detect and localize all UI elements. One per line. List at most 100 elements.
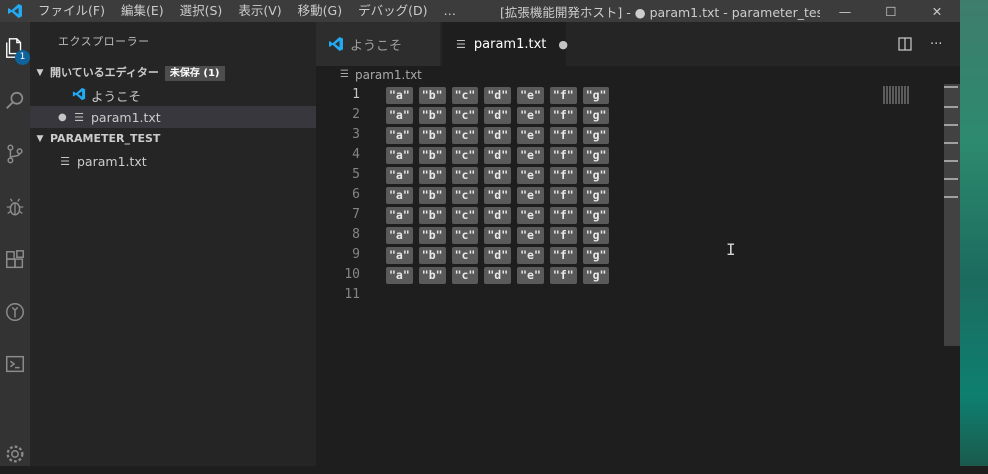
string-token[interactable]: "c" xyxy=(451,266,479,284)
code-line[interactable]: "a" "b" "c" "d" "e" "f" "g" xyxy=(386,85,615,105)
open-editor-welcome[interactable]: ようこそ xyxy=(30,84,316,106)
workspace-header[interactable]: ▼ PARAMETER_TEST xyxy=(30,128,316,150)
code-line[interactable]: "a" "b" "c" "d" "e" "f" "g" xyxy=(386,225,615,245)
debug-icon[interactable] xyxy=(0,187,30,227)
open-editor-param1[interactable]: ● ☰ param1.txt xyxy=(30,106,316,128)
string-token[interactable]: "g" xyxy=(582,86,610,104)
code-line[interactable]: "a" "b" "c" "d" "e" "f" "g" xyxy=(386,105,615,125)
more-actions-button[interactable]: ··· xyxy=(930,22,942,66)
string-token[interactable]: "a" xyxy=(386,186,413,204)
string-token[interactable]: "b" xyxy=(418,226,446,244)
string-token[interactable]: "a" xyxy=(386,146,413,164)
string-token[interactable]: "g" xyxy=(582,106,610,124)
string-token[interactable]: "b" xyxy=(418,266,446,284)
menu-debug[interactable]: デバッグ(D) xyxy=(350,0,435,22)
string-token[interactable]: "e" xyxy=(517,246,544,264)
string-token[interactable]: "a" xyxy=(386,106,413,124)
close-button[interactable]: ✕ xyxy=(914,0,960,22)
menu-view[interactable]: 表示(V) xyxy=(230,0,289,22)
string-token[interactable]: "b" xyxy=(418,186,446,204)
string-token[interactable]: "b" xyxy=(418,206,446,224)
string-token[interactable]: "b" xyxy=(418,106,446,124)
string-token[interactable]: "a" xyxy=(386,266,413,284)
string-token[interactable]: "b" xyxy=(418,126,446,144)
breadcrumb-file[interactable]: param1.txt xyxy=(355,66,422,84)
string-token[interactable]: "g" xyxy=(582,206,610,224)
string-token[interactable]: "e" xyxy=(517,186,544,204)
string-token[interactable]: "a" xyxy=(386,126,413,144)
string-token[interactable]: "g" xyxy=(582,146,610,164)
string-token[interactable]: "e" xyxy=(517,106,544,124)
string-token[interactable]: "e" xyxy=(517,266,544,284)
string-token[interactable]: "d" xyxy=(484,266,512,284)
string-token[interactable]: "f" xyxy=(549,106,577,124)
string-token[interactable]: "a" xyxy=(386,206,413,224)
text-editor[interactable]: ☰ param1.txt 1 2 3 4 5 6 7 8 9 10 11 "a" "b" "c" "d" "… xyxy=(316,66,960,466)
dirty-dot-icon[interactable]: ● xyxy=(58,112,72,123)
code-line[interactable]: "a" "b" "c" "d" "e" "f" "g" xyxy=(386,265,615,285)
string-token[interactable]: "f" xyxy=(549,206,577,224)
string-token[interactable]: "a" xyxy=(386,86,413,104)
string-token[interactable]: "b" xyxy=(418,146,446,164)
search-icon[interactable] xyxy=(0,81,30,121)
string-token[interactable]: "b" xyxy=(418,246,446,264)
code-line[interactable]: "a" "b" "c" "d" "e" "f" "g" xyxy=(386,245,615,265)
string-token[interactable]: "c" xyxy=(451,126,479,144)
string-token[interactable]: "b" xyxy=(418,166,446,184)
open-editors-header[interactable]: ▼ 開いているエディター 未保存 (1) xyxy=(30,62,316,84)
string-token[interactable]: "f" xyxy=(549,146,577,164)
string-token[interactable]: "d" xyxy=(484,146,512,164)
maximize-button[interactable]: ☐ xyxy=(868,0,914,22)
tab-welcome[interactable]: ようこそ xyxy=(316,22,440,66)
menu-selection[interactable]: 選択(S) xyxy=(172,0,231,22)
explorer-icon[interactable]: 1 xyxy=(0,28,30,68)
tab-param1[interactable]: ☰ param1.txt ● xyxy=(442,22,568,66)
breadcrumb[interactable]: ☰ param1.txt xyxy=(340,66,422,84)
dirty-dot-icon[interactable]: ● xyxy=(558,38,568,51)
workspace-file-param1[interactable]: ☰ param1.txt xyxy=(30,150,316,172)
menu-more[interactable]: … xyxy=(435,0,464,22)
string-token[interactable]: "d" xyxy=(484,186,512,204)
string-token[interactable]: "c" xyxy=(451,86,479,104)
vertical-scrollbar[interactable] xyxy=(944,84,960,346)
settings-gear-icon[interactable] xyxy=(0,434,30,474)
terminal-icon[interactable] xyxy=(0,344,30,384)
source-control-icon[interactable] xyxy=(0,134,30,174)
string-token[interactable]: "f" xyxy=(549,186,577,204)
string-token[interactable]: "f" xyxy=(549,86,577,104)
code-line[interactable]: "a" "b" "c" "d" "e" "f" "g" xyxy=(386,185,615,205)
string-token[interactable]: "d" xyxy=(484,246,512,264)
code-line[interactable]: "a" "b" "c" "d" "e" "f" "g" xyxy=(386,165,615,185)
string-token[interactable]: "d" xyxy=(484,86,512,104)
string-token[interactable]: "d" xyxy=(484,126,512,144)
string-token[interactable]: "d" xyxy=(484,226,512,244)
string-token[interactable]: "g" xyxy=(582,246,610,264)
string-token[interactable]: "f" xyxy=(549,226,577,244)
string-token[interactable]: "c" xyxy=(451,146,479,164)
string-token[interactable]: "f" xyxy=(549,266,577,284)
menu-edit[interactable]: 編集(E) xyxy=(113,0,172,22)
string-token[interactable]: "d" xyxy=(484,206,512,224)
string-token[interactable]: "c" xyxy=(451,246,479,264)
gitlens-icon[interactable] xyxy=(0,292,30,332)
string-token[interactable]: "e" xyxy=(517,206,544,224)
string-token[interactable]: "g" xyxy=(582,166,610,184)
string-token[interactable]: "c" xyxy=(451,166,479,184)
string-token[interactable]: "f" xyxy=(549,126,577,144)
string-token[interactable]: "c" xyxy=(451,206,479,224)
string-token[interactable]: "e" xyxy=(517,86,544,104)
string-token[interactable]: "e" xyxy=(517,226,544,244)
code-line[interactable]: "a" "b" "c" "d" "e" "f" "g" xyxy=(386,125,615,145)
string-token[interactable]: "a" xyxy=(386,246,413,264)
string-token[interactable]: "d" xyxy=(484,166,512,184)
string-token[interactable]: "c" xyxy=(451,186,479,204)
string-token[interactable]: "d" xyxy=(484,106,512,124)
string-token[interactable]: "g" xyxy=(582,226,610,244)
string-token[interactable]: "g" xyxy=(582,186,610,204)
string-token[interactable]: "g" xyxy=(582,266,610,284)
string-token[interactable]: "a" xyxy=(386,166,413,184)
string-token[interactable]: "e" xyxy=(517,166,544,184)
string-token[interactable]: "e" xyxy=(517,146,544,164)
code-line[interactable]: "a" "b" "c" "d" "e" "f" "g" xyxy=(386,145,615,165)
extensions-icon[interactable] xyxy=(0,240,30,280)
